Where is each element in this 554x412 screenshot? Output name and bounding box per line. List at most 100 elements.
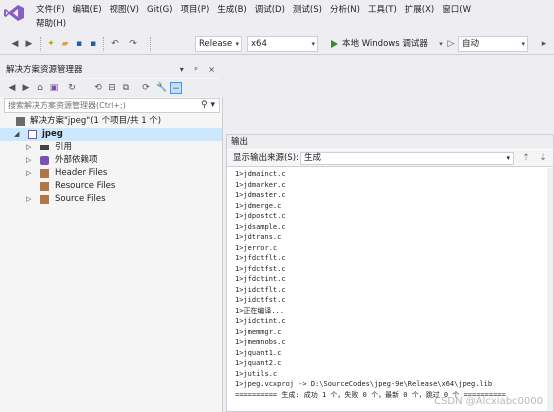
configuration-dropdown[interactable]: Release ▾ bbox=[195, 36, 242, 52]
toolbar-extra-icon[interactable]: ▸ bbox=[540, 37, 548, 51]
menu-item[interactable]: 生成(B) bbox=[213, 3, 250, 17]
chevron-down-icon: ▾ bbox=[506, 154, 510, 162]
forward-icon[interactable]: ▶ bbox=[20, 82, 32, 94]
platform-dropdown[interactable]: x64 ▾ bbox=[247, 36, 318, 52]
output-line: 1>jpeg.vcxproj -> D:\SourceCodes\jpeg-9e… bbox=[235, 380, 493, 388]
menu-item[interactable]: 编辑(E) bbox=[69, 3, 106, 17]
menu-item[interactable]: 调试(D) bbox=[251, 3, 289, 17]
pending-changes-filter-icon[interactable]: ↻ bbox=[66, 82, 78, 94]
output-line: 1>jfdctflt.c bbox=[235, 254, 286, 262]
save-icon[interactable]: ▪ bbox=[74, 37, 84, 51]
filter-folder-icon bbox=[40, 182, 49, 191]
output-line: 1>jdsample.c bbox=[235, 222, 286, 231]
home-icon[interactable]: ⌂ bbox=[34, 82, 46, 94]
solution-explorer-toolbar: ◀ ▶ ⌂ ▣ ↻ ⟲ ⊟ ⧉ ⟳ 🔧 − bbox=[0, 79, 223, 97]
menu-item[interactable]: 分析(N) bbox=[326, 3, 364, 17]
tree-item-external-dependencies[interactable]: ▷ 外部依赖项 bbox=[0, 154, 222, 167]
configuration-value: Release bbox=[199, 39, 233, 49]
chevron-down-icon: ▾ bbox=[521, 40, 525, 48]
chevron-down-icon: ▾ bbox=[235, 40, 239, 48]
menu-bar: 文件(F) 编辑(E) 视图(V) Git(G) 项目(P) 生成(B) 调试(D) 测试(S… bbox=[0, 0, 554, 33]
filter-folder-icon bbox=[40, 195, 49, 204]
run-options-chevron-icon[interactable]: ▾ bbox=[436, 37, 446, 51]
output-panel: 输出 显示输出来源(S): 生成 ▾ ⇡ ⇣ 1>jdmainct.c 1>jdm… bbox=[226, 134, 554, 412]
back-icon[interactable]: ◀ bbox=[6, 82, 18, 94]
forward-icon[interactable]: ▶ bbox=[24, 37, 34, 51]
output-source-dropdown[interactable]: 生成 ▾ bbox=[300, 152, 514, 165]
output-line: 1>正在编译... bbox=[235, 306, 285, 315]
solution-explorer-title-text: 解决方案资源管理器 bbox=[6, 65, 83, 75]
play-icon bbox=[331, 40, 338, 48]
sync-icon[interactable]: ⟲ bbox=[92, 82, 104, 94]
solution-explorer: 解决方案资源管理器 ▾ ᵖ × ◀ ▶ ⌂ ▣ ↻ ⟲ ⊟ ⧉ ⟳ 🔧 − 搜索… bbox=[0, 62, 223, 412]
run-label: 本地 Windows 调试器 bbox=[342, 39, 428, 49]
expanded-chevron-icon[interactable]: ◢ bbox=[14, 128, 19, 141]
menu-item[interactable]: 项目(P) bbox=[177, 3, 214, 17]
platform-value: x64 bbox=[251, 39, 267, 49]
output-line: 1>jmemnobs.c bbox=[235, 338, 286, 346]
tree-item-references[interactable]: ▷ 引用 bbox=[0, 141, 222, 154]
menu-item[interactable]: 帮助(H) bbox=[32, 17, 70, 31]
switch-views-icon[interactable]: ▣ bbox=[48, 82, 60, 94]
back-icon[interactable]: ◀ bbox=[10, 37, 20, 51]
output-line: 1>jerror.c bbox=[235, 243, 278, 252]
new-project-icon[interactable]: ✦ bbox=[46, 37, 56, 51]
collapsed-chevron-icon[interactable]: ▷ bbox=[26, 193, 31, 206]
menu-item[interactable]: 窗口(W bbox=[438, 3, 475, 17]
output-line: 1>jquant2.c bbox=[235, 359, 282, 367]
tree-item-project[interactable]: ◢ jpeg bbox=[0, 128, 222, 141]
search-placeholder: 搜索解决方案资源管理器(Ctrl+;) bbox=[8, 101, 126, 110]
start-debugging-button[interactable]: 本地 Windows 调试器 bbox=[331, 36, 428, 52]
tree-item-label: Source Files bbox=[55, 194, 106, 204]
tree-item-source-files[interactable]: ▷ Source Files bbox=[0, 193, 222, 206]
solution-icon bbox=[16, 117, 25, 126]
tree-item-label: Resource Files bbox=[55, 181, 116, 191]
output-line: 1>jdtrans.c bbox=[235, 233, 282, 241]
output-line: 1>jdmainct.c bbox=[235, 170, 286, 178]
menu-item[interactable]: 测试(S) bbox=[289, 3, 326, 17]
next-message-icon[interactable]: ⇣ bbox=[537, 152, 549, 164]
output-scrollbar[interactable] bbox=[547, 168, 553, 411]
save-all-icon[interactable]: ▪ bbox=[88, 37, 98, 51]
run-mode-dropdown[interactable]: 自动 ▾ bbox=[458, 36, 528, 52]
collapsed-chevron-icon[interactable]: ▷ bbox=[26, 154, 31, 167]
solution-explorer-title: 解决方案资源管理器 ▾ ᵖ × bbox=[0, 62, 223, 78]
menu-item[interactable]: 文件(F) bbox=[32, 3, 69, 17]
menu-item[interactable]: 工具(T) bbox=[364, 3, 401, 17]
menu-item[interactable]: 扩展(X) bbox=[401, 3, 438, 17]
tree-item-label: 引用 bbox=[55, 142, 73, 152]
collapsed-chevron-icon[interactable]: ▷ bbox=[26, 167, 31, 180]
external-dependencies-icon bbox=[40, 156, 49, 165]
preview-selected-icon[interactable]: − bbox=[170, 82, 182, 94]
output-line: 1>jfdctfst.c bbox=[235, 264, 286, 273]
main-toolbar: ◀ ▶ ✦ ▰ ▪ ▪ ↶ ↷ Release ▾ x64 ▾ 本地 Windo… bbox=[0, 33, 554, 55]
tree-item-label: Header Files bbox=[55, 168, 108, 178]
tree-item-header-files[interactable]: ▷ Header Files bbox=[0, 167, 222, 180]
menu-item[interactable]: Git(G) bbox=[143, 3, 177, 17]
undo-icon[interactable]: ↶ bbox=[110, 37, 120, 51]
panel-window-buttons[interactable]: ▾ ᵖ × bbox=[180, 62, 219, 78]
output-title-text: 输出 bbox=[231, 137, 249, 147]
run-without-debug-icon[interactable]: ▷ bbox=[447, 37, 455, 51]
redo-icon[interactable]: ↷ bbox=[128, 37, 138, 51]
menu-items: 文件(F) 编辑(E) 视图(V) Git(G) 项目(P) 生成(B) 调试(D) 测试(S… bbox=[32, 3, 552, 31]
properties-wrench-icon[interactable]: 🔧 bbox=[156, 82, 168, 94]
output-line: 1>jdmarker.c bbox=[235, 180, 286, 189]
find-message-icon[interactable]: ⇡ bbox=[520, 152, 532, 164]
tree-item-solution[interactable]: 解决方案"jpeg"(1 个项目/共 1 个) bbox=[0, 115, 222, 128]
show-all-files-icon[interactable]: ⧉ bbox=[120, 82, 132, 94]
open-file-icon[interactable]: ▰ bbox=[60, 37, 70, 51]
tree-item-label: 外部依赖项 bbox=[55, 155, 98, 165]
menu-item[interactable]: 视图(V) bbox=[106, 3, 143, 17]
output-text[interactable]: 1>jdmainct.c 1>jdmarker.c 1>jdmaster.c 1>jd… bbox=[235, 169, 550, 409]
tree-item-resource-files[interactable]: Resource Files bbox=[0, 180, 222, 193]
collapse-all-icon[interactable]: ⊟ bbox=[106, 82, 118, 94]
output-line: 1>jdmerge.c bbox=[235, 201, 282, 210]
solution-tree: 解决方案"jpeg"(1 个项目/共 1 个) ◢ jpeg ▷ 引用 ▷ 外部… bbox=[0, 115, 222, 206]
collapsed-chevron-icon[interactable]: ▷ bbox=[26, 141, 31, 154]
cpp-project-icon bbox=[28, 130, 37, 139]
output-line: 1>jutils.c bbox=[235, 369, 278, 378]
run-mode-value: 自动 bbox=[462, 39, 480, 49]
refresh-icon[interactable]: ⟳ bbox=[140, 82, 152, 94]
solution-search-input[interactable]: 搜索解决方案资源管理器(Ctrl+;) ⚲ ▾ bbox=[4, 98, 220, 113]
